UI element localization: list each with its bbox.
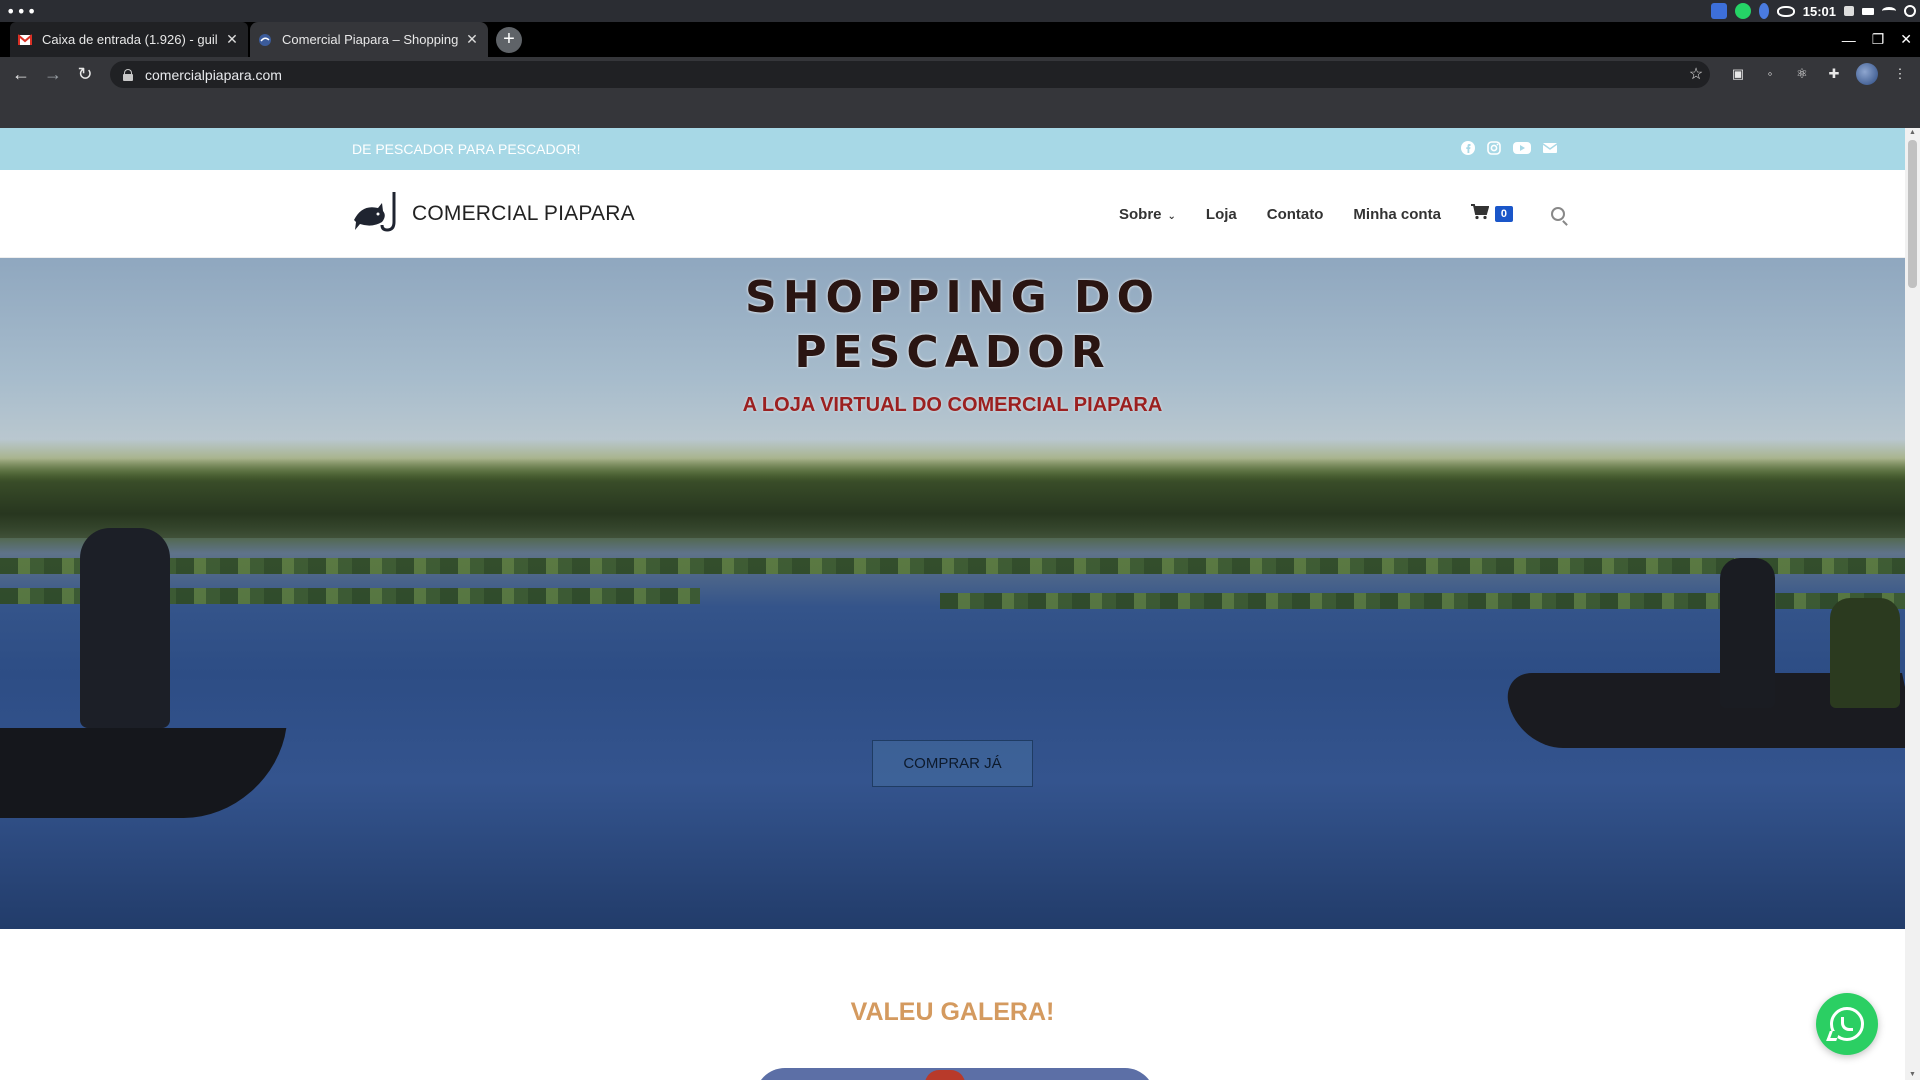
hero-title-line1: SHOPPING DO — [745, 272, 1160, 323]
tab-gmail[interactable]: Caixa de entrada (1.926) - guil ✕ — [10, 22, 248, 57]
close-icon[interactable]: ✕ — [464, 31, 480, 48]
window-controls: — ❐ ✕ — [1842, 22, 1912, 57]
user-icon[interactable] — [1904, 5, 1916, 17]
hero-treeline — [0, 458, 1905, 538]
bookmark-bar — [0, 92, 1920, 128]
react-devtools-icon[interactable]: ⚛ — [1792, 64, 1812, 84]
whatsapp-tray-icon[interactable] — [1734, 3, 1751, 19]
page-viewport: DE PESCADOR PARA PESCADOR! COMERCIAL PIA… — [0, 128, 1920, 1080]
nav-label: Sobre — [1119, 205, 1162, 223]
hero-boat-left — [0, 728, 287, 818]
hero-fisherman-right — [1830, 598, 1900, 708]
logo-text: COMERCIAL PIAPARA — [412, 202, 635, 225]
site-logo[interactable]: COMERCIAL PIAPARA — [352, 190, 635, 239]
phone-icon — [1841, 1017, 1853, 1031]
hero-vegetation — [0, 558, 1905, 574]
restore-icon[interactable]: ❐ — [1872, 31, 1885, 48]
address-bar[interactable]: comercialpiapara.com ☆ — [110, 61, 1710, 88]
page-scrollbar[interactable]: ▲ ▼ — [1905, 128, 1920, 1080]
os-menu-dots[interactable]: ••• — [6, 2, 37, 21]
site-header: COMERCIAL PIAPARA Sobre ⌄ Loja Contato Mi… — [0, 170, 1905, 258]
hero-title: SHOPPING DO PESCADOR — [0, 270, 1905, 380]
os-top-bar: ••• 15:01 — [0, 0, 1920, 22]
nav-item-loja[interactable]: Loja — [1206, 206, 1237, 223]
whatsapp-chat-button[interactable] — [1816, 993, 1878, 1055]
url-text[interactable]: comercialpiapara.com — [145, 67, 282, 83]
search-icon[interactable] — [1550, 207, 1565, 221]
eye-icon[interactable] — [1776, 5, 1795, 17]
cart-button[interactable]: 0 — [1470, 204, 1513, 224]
nav-item-sobre[interactable]: Sobre ⌄ — [1119, 206, 1176, 223]
close-icon[interactable]: ✕ — [224, 31, 240, 48]
comprar-ja-button[interactable]: COMPRAR JÁ — [872, 740, 1033, 787]
forward-arrow-icon[interactable]: → — [40, 61, 66, 87]
clock[interactable]: 15:01 — [1803, 4, 1836, 19]
site-topbar: DE PESCADOR PARA PESCADOR! — [0, 128, 1905, 170]
reload-icon[interactable]: ↻ — [72, 61, 98, 87]
battery-icon[interactable] — [1862, 7, 1874, 15]
system-tray: 15:01 — [1710, 0, 1916, 22]
scroll-up-arrow-icon[interactable]: ▲ — [1908, 129, 1917, 137]
chevron-down-icon: ⌄ — [1167, 210, 1176, 222]
hero-fisherman-right — [1720, 558, 1775, 708]
fish-hook-logo-icon — [352, 190, 402, 239]
close-window-icon[interactable]: ✕ — [1900, 31, 1912, 48]
media-control-icon[interactable]: ▣ — [1728, 64, 1748, 84]
piapara-favicon-icon — [258, 33, 272, 47]
scrollbar-thumb[interactable] — [1908, 140, 1917, 288]
bluetooth-icon[interactable] — [1758, 3, 1769, 19]
whatsapp-icon-tail — [1826, 1031, 1840, 1041]
volume-icon[interactable] — [1844, 6, 1854, 16]
social-links — [1460, 140, 1558, 156]
hero-banner: SHOPPING DO PESCADOR A LOJA VIRTUAL DO C… — [0, 258, 1905, 929]
hero-fisherman-left — [80, 528, 170, 728]
cast-icon[interactable]: ◦ — [1760, 64, 1780, 84]
hero-subtitle: A LOJA VIRTUAL DO COMERCIAL PIAPARA — [742, 394, 1163, 416]
facebook-icon[interactable] — [1460, 140, 1476, 156]
wifi-icon[interactable] — [1882, 7, 1896, 15]
youtube-icon[interactable] — [1512, 140, 1532, 156]
nav-item-minha-conta[interactable]: Minha conta — [1353, 206, 1441, 223]
browser-toolbar: ← → ↻ comercialpiapara.com ☆ ▣ ◦ ⚛ ✚ ⋮ — [0, 57, 1920, 92]
vpn-shield-icon[interactable] — [1710, 3, 1727, 19]
email-icon[interactable] — [1542, 140, 1558, 156]
nav-item-contato[interactable]: Contato — [1267, 206, 1324, 223]
section-title: VALEU GALERA! — [850, 998, 1055, 1026]
scroll-down-arrow-icon[interactable]: ▼ — [1908, 1071, 1917, 1079]
browser-tab-strip: Caixa de entrada (1.926) - guil ✕ Comerc… — [0, 22, 1920, 57]
tab-title: Comercial Piapara – Shopping — [282, 32, 458, 47]
back-arrow-icon[interactable]: ← — [8, 61, 34, 87]
site-tagline: DE PESCADOR PARA PESCADOR! — [352, 141, 581, 157]
cart-count-badge: 0 — [1494, 206, 1513, 222]
lock-icon[interactable] — [123, 68, 133, 81]
tab-title: Caixa de entrada (1.926) - guil — [42, 32, 218, 47]
new-tab-button[interactable]: + — [496, 27, 522, 53]
more-menu-icon[interactable]: ⋮ — [1890, 64, 1910, 84]
extensions-puzzle-icon[interactable]: ✚ — [1824, 64, 1844, 84]
extensions-area: ▣ ◦ ⚛ ✚ ⋮ — [1728, 61, 1910, 87]
instagram-icon[interactable] — [1486, 140, 1502, 156]
hero-title-line2: PESCADOR — [794, 327, 1111, 378]
cart-icon — [1470, 204, 1490, 224]
profile-avatar-icon[interactable] — [1856, 63, 1878, 85]
tab-comercial-piapara[interactable]: Comercial Piapara – Shopping ✕ — [250, 22, 488, 57]
gmail-icon — [17, 33, 33, 47]
main-nav: Sobre ⌄ Loja Contato Minha conta 0 — [1119, 170, 1565, 258]
bookmark-star-icon[interactable]: ☆ — [1683, 61, 1709, 88]
minimize-icon[interactable]: — — [1842, 32, 1856, 48]
